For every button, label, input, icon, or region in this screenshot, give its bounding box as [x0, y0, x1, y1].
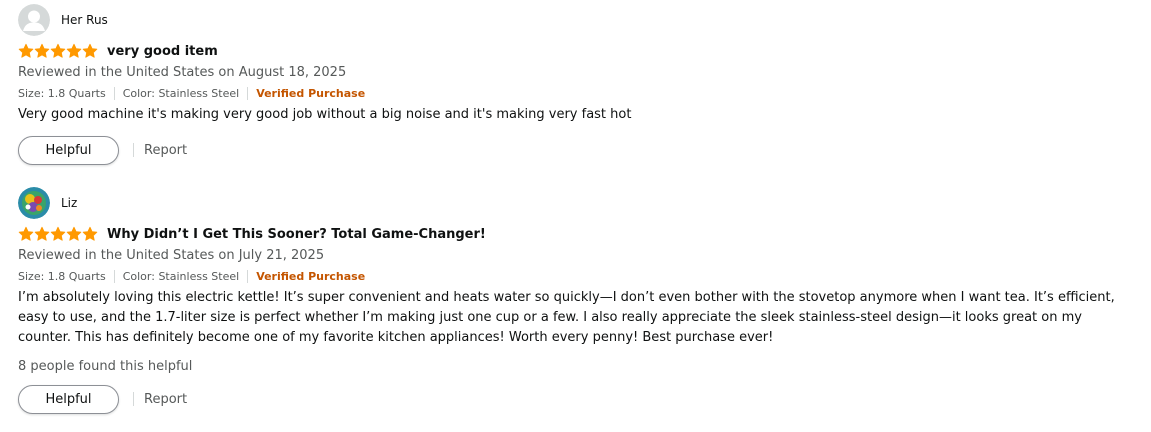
- review-body: Very good machine it's making very good …: [18, 107, 632, 122]
- reviewer-profile[interactable]: Liz: [18, 187, 1141, 219]
- review-date: Reviewed in the United States on July 21…: [18, 248, 325, 263]
- star-icon: [66, 43, 82, 58]
- verified-purchase-badge[interactable]: Verified Purchase: [256, 87, 365, 100]
- star-icon: [66, 226, 82, 241]
- helpful-button[interactable]: Helpful: [18, 135, 119, 165]
- meta-divider: [247, 86, 249, 100]
- helpful-button[interactable]: Helpful: [18, 384, 119, 414]
- star-icon: [50, 43, 66, 58]
- verified-purchase-badge[interactable]: Verified Purchase: [256, 270, 365, 283]
- review-item: Liz Why Didn’t I Get This Sooner? Total …: [18, 187, 1141, 414]
- reviewer-profile[interactable]: Her Rus: [18, 4, 1141, 36]
- review-actions: Helpful Report: [18, 135, 1141, 165]
- review-title[interactable]: very good item: [107, 44, 218, 59]
- meta-divider: [247, 269, 249, 283]
- star-icon: [18, 43, 34, 58]
- star-icon: [34, 43, 50, 58]
- helpful-count-text: 8 people found this helpful: [18, 359, 193, 374]
- color-variant-link[interactable]: Color: Stainless Steel: [123, 270, 239, 283]
- reviewer-name[interactable]: Her Rus: [61, 13, 108, 27]
- star-icon: [18, 226, 34, 241]
- star-icon: [50, 226, 66, 241]
- reviewer-name[interactable]: Liz: [61, 196, 77, 210]
- meta-divider: [113, 86, 115, 100]
- review-actions: Helpful Report: [18, 384, 1141, 414]
- review-item: Her Rus very good item Reviewed in the U…: [18, 4, 1141, 165]
- review-date: Reviewed in the United States on August …: [18, 65, 347, 80]
- star-icon: [82, 43, 98, 58]
- review-variant-info: Size: 1.8 Quarts Color: Stainless Steel …: [18, 85, 1141, 101]
- colorful-photo-avatar-icon: [18, 187, 50, 219]
- size-variant-link[interactable]: Size: 1.8 Quarts: [18, 87, 106, 100]
- star-icon: [34, 226, 50, 241]
- report-link[interactable]: Report: [144, 143, 187, 158]
- star-rating[interactable]: [18, 43, 100, 59]
- size-variant-link[interactable]: Size: 1.8 Quarts: [18, 270, 106, 283]
- action-divider: [133, 143, 134, 157]
- star-icon: [82, 226, 98, 241]
- default-user-avatar-icon: [18, 4, 50, 36]
- action-divider: [133, 392, 134, 406]
- review-body: I’m absolutely loving this electric kett…: [18, 290, 1115, 345]
- report-link[interactable]: Report: [144, 392, 187, 407]
- review-title[interactable]: Why Didn’t I Get This Sooner? Total Game…: [107, 227, 486, 242]
- color-variant-link[interactable]: Color: Stainless Steel: [123, 87, 239, 100]
- review-variant-info: Size: 1.8 Quarts Color: Stainless Steel …: [18, 268, 1141, 284]
- star-rating[interactable]: [18, 226, 100, 242]
- meta-divider: [113, 269, 115, 283]
